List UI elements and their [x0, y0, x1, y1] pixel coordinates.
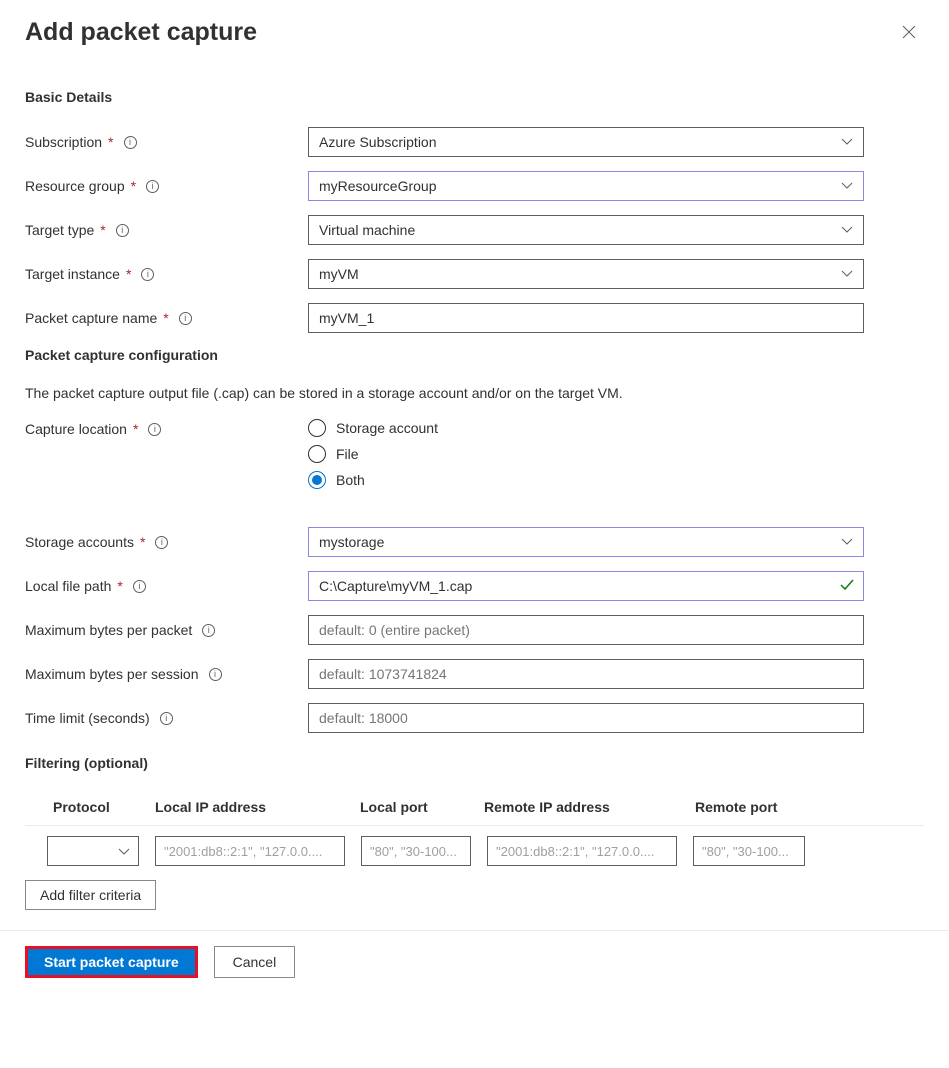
info-icon[interactable]: i: [209, 668, 222, 681]
filter-header-local-port: Local port: [360, 799, 484, 815]
max-bytes-session-input[interactable]: [308, 659, 864, 689]
subscription-value: Azure Subscription: [319, 134, 437, 150]
info-icon[interactable]: i: [141, 268, 154, 281]
info-icon[interactable]: i: [148, 423, 161, 436]
add-filter-criteria-button[interactable]: Add filter criteria: [25, 880, 156, 910]
cancel-button[interactable]: Cancel: [214, 946, 296, 978]
required-marker: *: [163, 310, 168, 326]
label-subscription: Subscription: [25, 134, 102, 150]
chevron-down-icon: [841, 135, 853, 149]
page-title: Add packet capture: [25, 18, 257, 47]
target-type-select[interactable]: Virtual machine: [308, 215, 864, 245]
label-max-bytes-session: Maximum bytes per session: [25, 666, 199, 682]
resource-group-value: myResourceGroup: [319, 178, 437, 194]
target-instance-value: myVM: [319, 266, 359, 282]
start-packet-capture-button[interactable]: Start packet capture: [25, 946, 198, 978]
radio-label-both: Both: [336, 472, 365, 488]
radio-storage-account[interactable]: Storage account: [308, 419, 864, 437]
time-limit-input[interactable]: [308, 703, 864, 733]
subscription-select[interactable]: Azure Subscription: [308, 127, 864, 157]
section-basic-details: Basic Details: [25, 89, 924, 105]
required-marker: *: [117, 578, 122, 594]
label-capture-name: Packet capture name: [25, 310, 157, 326]
radio-both[interactable]: Both: [308, 471, 864, 489]
info-icon[interactable]: i: [160, 712, 173, 725]
label-target-instance: Target instance: [25, 266, 120, 282]
filter-row: "2001:db8::2:1", "127.0.0.... "80", "30-…: [25, 825, 924, 866]
storage-accounts-value: mystorage: [319, 534, 384, 550]
required-marker: *: [131, 178, 136, 194]
info-icon[interactable]: i: [133, 580, 146, 593]
filter-header-local-ip: Local IP address: [155, 799, 360, 815]
info-icon[interactable]: i: [179, 312, 192, 325]
info-icon[interactable]: i: [146, 180, 159, 193]
info-icon[interactable]: i: [155, 536, 168, 549]
info-icon[interactable]: i: [116, 224, 129, 237]
filter-header-remote-port: Remote port: [695, 799, 924, 815]
required-marker: *: [126, 266, 131, 282]
radio-label-file: File: [336, 446, 359, 462]
filter-header-protocol: Protocol: [53, 799, 155, 815]
required-marker: *: [100, 222, 105, 238]
required-marker: *: [108, 134, 113, 150]
filter-header-remote-ip: Remote IP address: [484, 799, 695, 815]
label-local-file-path: Local file path: [25, 578, 111, 594]
chevron-down-icon: [118, 844, 130, 859]
required-marker: *: [133, 421, 138, 437]
label-max-bytes-packet: Maximum bytes per packet: [25, 622, 192, 638]
filter-protocol-select[interactable]: [47, 836, 139, 866]
section-filtering: Filtering (optional): [25, 755, 924, 771]
label-time-limit: Time limit (seconds): [25, 710, 150, 726]
target-type-value: Virtual machine: [319, 222, 415, 238]
chevron-down-icon: [841, 267, 853, 281]
info-icon[interactable]: i: [202, 624, 215, 637]
info-icon[interactable]: i: [124, 136, 137, 149]
storage-accounts-select[interactable]: mystorage: [308, 527, 864, 557]
label-storage-accounts: Storage accounts: [25, 534, 134, 550]
filter-remote-port-input[interactable]: "80", "30-100...: [693, 836, 805, 866]
chevron-down-icon: [841, 179, 853, 193]
radio-label-storage: Storage account: [336, 420, 438, 436]
config-description: The packet capture output file (.cap) ca…: [25, 385, 924, 401]
label-resource-group: Resource group: [25, 178, 125, 194]
label-capture-location: Capture location: [25, 421, 127, 437]
resource-group-select[interactable]: myResourceGroup: [308, 171, 864, 201]
capture-name-input[interactable]: [308, 303, 864, 333]
radio-file[interactable]: File: [308, 445, 864, 463]
checkmark-icon: [840, 578, 854, 594]
section-config: Packet capture configuration: [25, 347, 924, 363]
filter-local-ip-input[interactable]: "2001:db8::2:1", "127.0.0....: [155, 836, 345, 866]
local-file-path-input[interactable]: [308, 571, 864, 601]
max-bytes-packet-input[interactable]: [308, 615, 864, 645]
required-marker: *: [140, 534, 145, 550]
target-instance-select[interactable]: myVM: [308, 259, 864, 289]
label-target-type: Target type: [25, 222, 94, 238]
filter-remote-ip-input[interactable]: "2001:db8::2:1", "127.0.0....: [487, 836, 677, 866]
chevron-down-icon: [841, 223, 853, 237]
chevron-down-icon: [841, 535, 853, 549]
close-icon[interactable]: [894, 21, 924, 47]
filter-local-port-input[interactable]: "80", "30-100...: [361, 836, 471, 866]
